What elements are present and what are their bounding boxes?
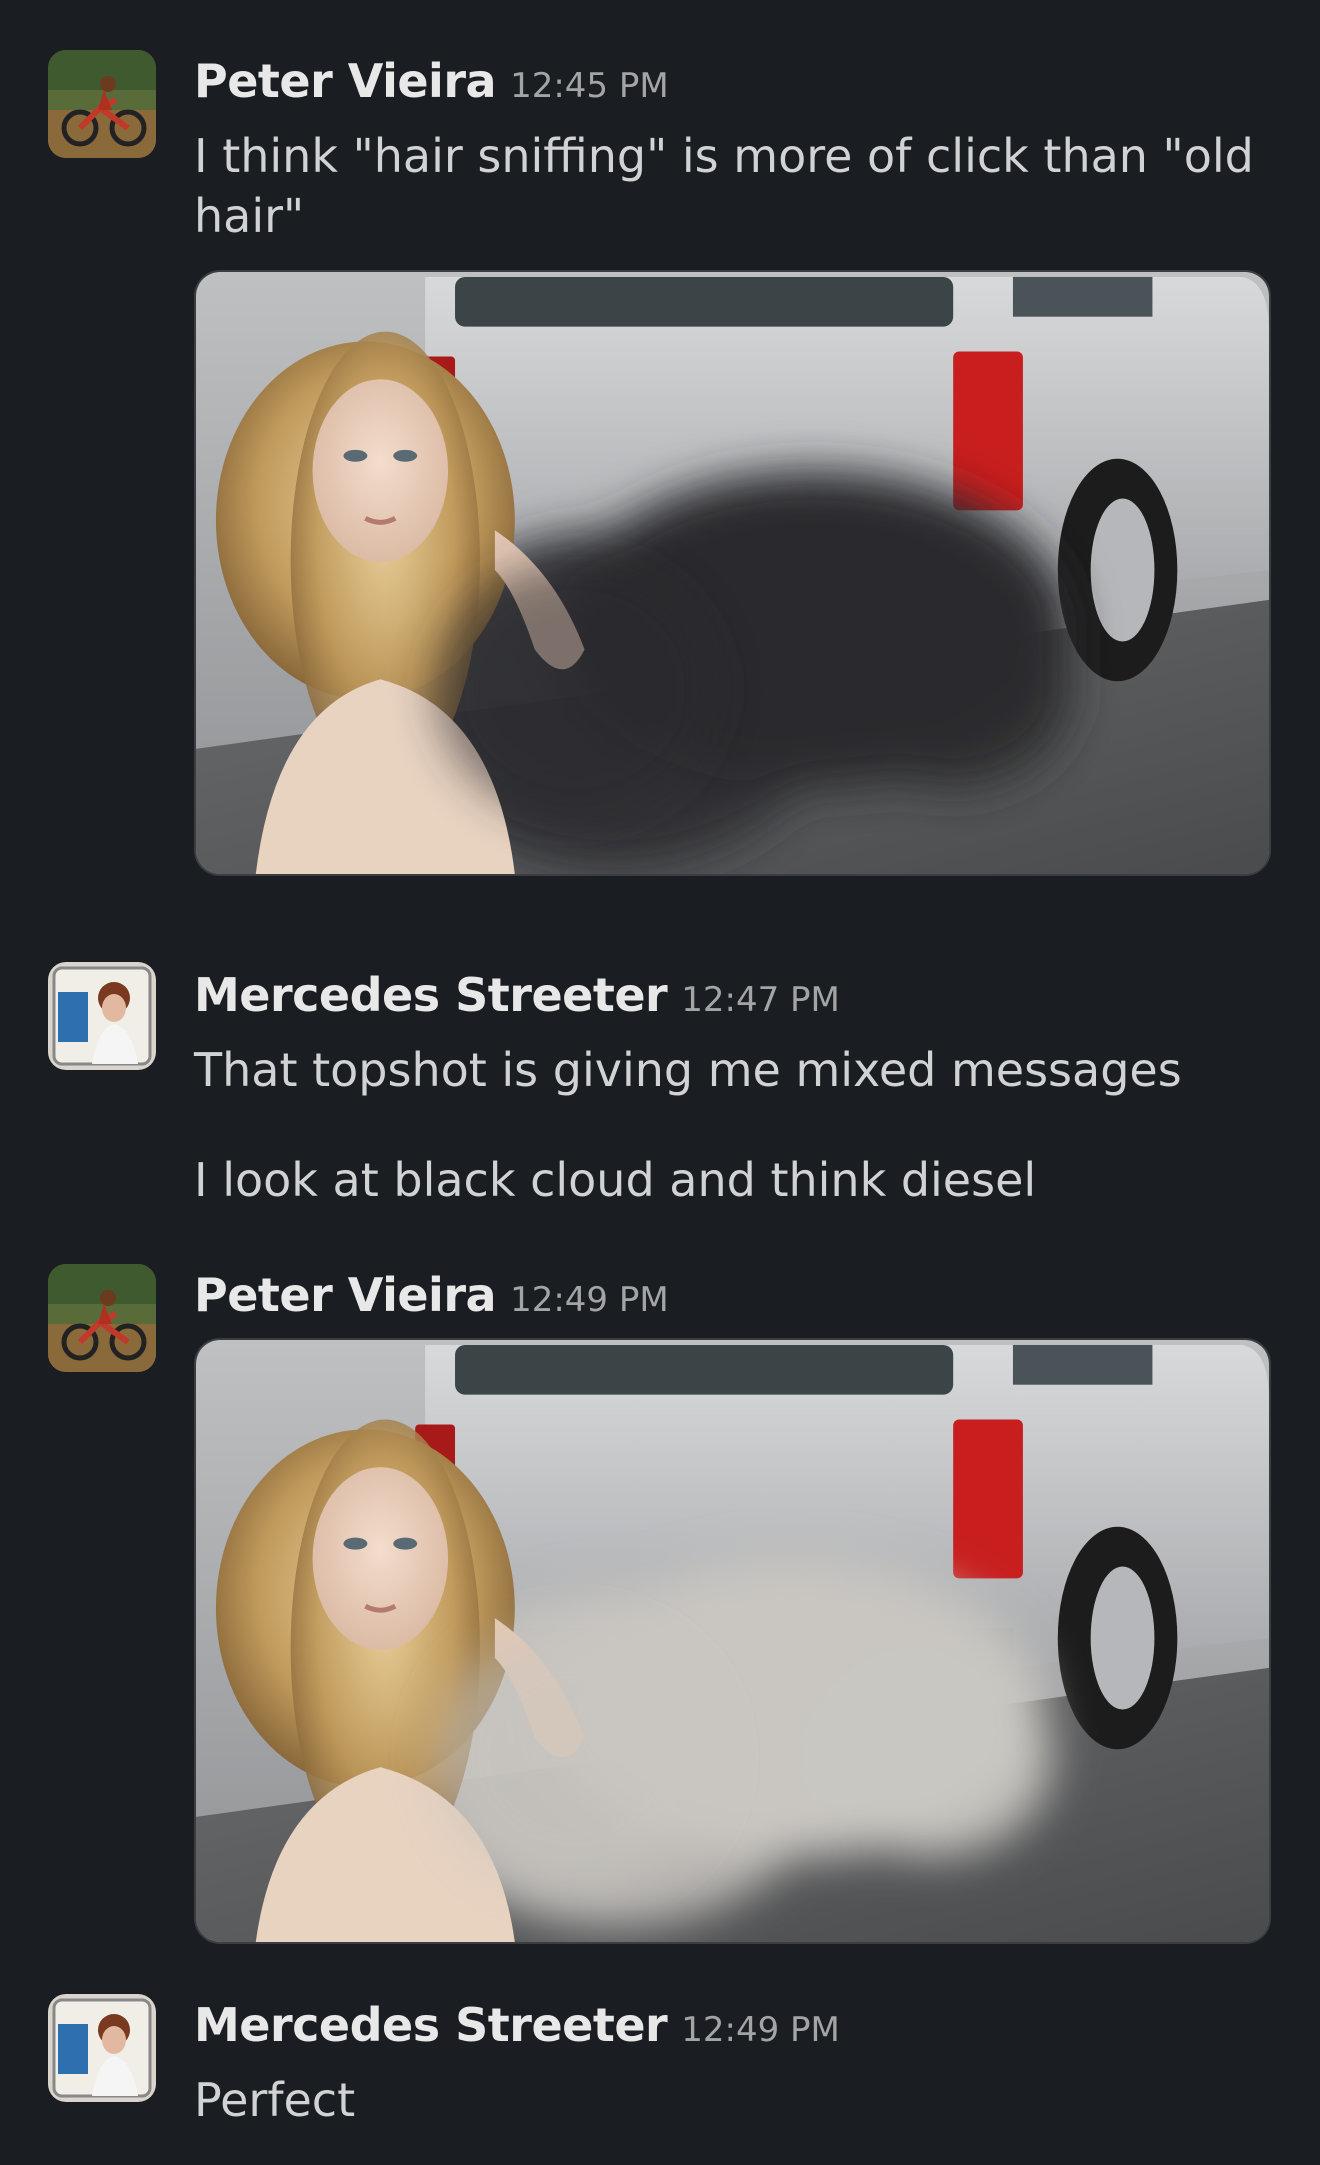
author-name[interactable]: Peter Vieira xyxy=(194,54,497,108)
author-name[interactable]: Peter Vieira xyxy=(194,1268,497,1322)
motorbike-avatar-icon[interactable] xyxy=(48,1264,156,1372)
timestamp[interactable]: 12:45 PM xyxy=(510,66,669,106)
message-header: Peter Vieira 12:49 PM xyxy=(194,1272,669,1318)
message-header: Peter Vieira 12:45 PM xyxy=(194,58,669,104)
message-text: Perfect xyxy=(194,2073,356,2127)
message-header: Mercedes Streeter 12:49 PM xyxy=(194,2002,840,2048)
message-text-line-1: That topshot is giving me mixed messages xyxy=(194,1043,1182,1097)
woman-portrait-avatar-icon[interactable] xyxy=(48,962,156,1070)
timestamp[interactable]: 12:49 PM xyxy=(681,2010,840,2050)
image-attachment[interactable] xyxy=(194,270,1271,876)
woman-truck-white-smoke-image xyxy=(196,1340,1269,1942)
author-name[interactable]: Mercedes Streeter xyxy=(194,968,668,1022)
woman-portrait-avatar-icon[interactable] xyxy=(48,1994,156,2102)
timestamp[interactable]: 12:49 PM xyxy=(510,1280,669,1320)
motorbike-avatar-icon[interactable] xyxy=(48,50,156,158)
timestamp[interactable]: 12:47 PM xyxy=(681,980,840,1020)
woman-truck-black-smoke-image xyxy=(196,272,1269,874)
message-text: I think "hair sniffing" is more of click… xyxy=(194,129,1254,243)
author-name[interactable]: Mercedes Streeter xyxy=(194,1998,668,2052)
message-header: Mercedes Streeter 12:47 PM xyxy=(194,972,840,1018)
image-attachment[interactable] xyxy=(194,1338,1271,1944)
message-text-line-2: I look at black cloud and think diesel xyxy=(194,1153,1037,1207)
